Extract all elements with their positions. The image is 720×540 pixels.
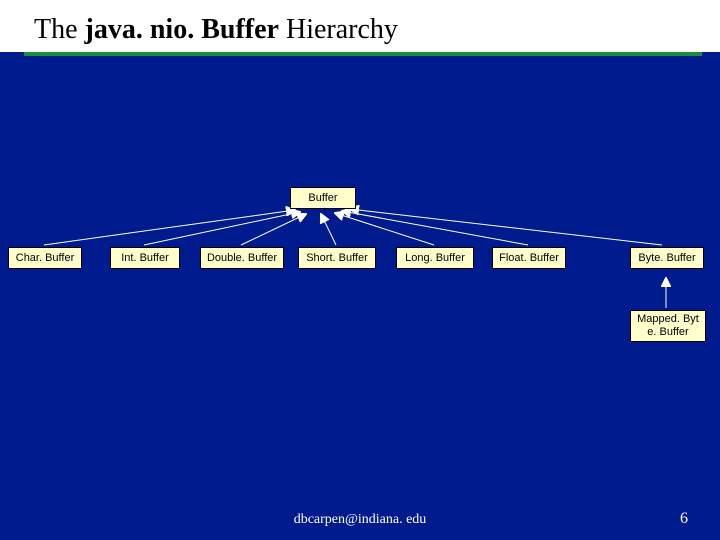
title-area: The java. nio. Buffer Hierarchy <box>0 0 720 52</box>
node-mapped-line1: Mapped. Byt <box>637 313 699 326</box>
node-bytebuffer: Byte. Buffer <box>630 247 704 269</box>
node-intbuffer: Int. Buffer <box>110 247 180 269</box>
node-charbuffer: Char. Buffer <box>8 247 82 269</box>
slide: The java. nio. Buffer Hierarchy Buffer C… <box>0 0 720 540</box>
node-longbuffer: Long. Buffer <box>396 247 474 269</box>
inheritance-connectors <box>0 0 720 540</box>
node-floatbuffer: Float. Buffer <box>492 247 566 269</box>
node-mapped-line2: e. Buffer <box>647 326 688 339</box>
node-mappedbytebuffer: Mapped. Byt e. Buffer <box>630 310 706 342</box>
title-prefix: The <box>34 14 85 45</box>
node-shortbuffer: Short. Buffer <box>298 247 376 269</box>
node-doublebuffer: Double. Buffer <box>200 247 284 269</box>
title-underline <box>24 52 702 56</box>
footer-page-number: 6 <box>680 510 688 528</box>
slide-title: The java. nio. Buffer Hierarchy <box>34 14 720 46</box>
title-classpath: java. nio. Buffer <box>85 14 279 45</box>
title-suffix: Hierarchy <box>279 14 398 45</box>
node-buffer: Buffer <box>290 187 356 209</box>
footer-email: dbcarpen@indiana. edu <box>0 512 720 528</box>
